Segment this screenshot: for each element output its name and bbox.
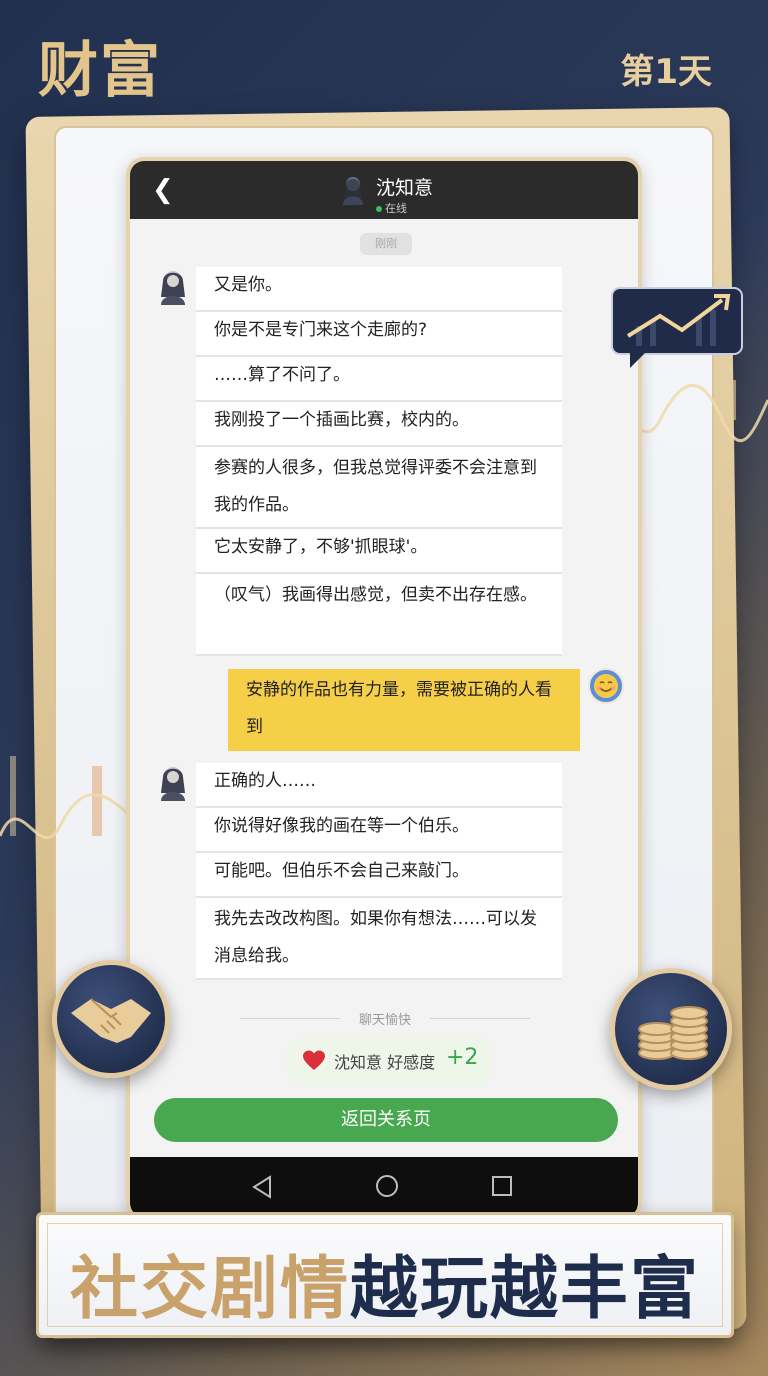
promo-banner: 社交剧情越玩越丰富 xyxy=(36,1212,734,1338)
chat-message: 你说得好像我的画在等一个伯乐。 xyxy=(196,808,562,853)
heart-icon xyxy=(303,1050,325,1070)
chat-message: 又是你。 xyxy=(196,267,562,312)
handshake-icon xyxy=(71,998,151,1043)
chat-message: 它太安静了，不够'抓眼球'。 xyxy=(196,529,562,574)
contact-name: 沈知意 xyxy=(376,177,434,199)
chat-message: 可能吧。但伯乐不会自己来敲门。 xyxy=(196,853,562,898)
coin-stack-icon xyxy=(638,1006,708,1060)
chat-end-divider: 聊天愉快 xyxy=(240,1009,530,1029)
chat-message: 你是不是专门来这个走廊的? xyxy=(196,312,562,357)
banner-headline-part2: 越玩越丰富 xyxy=(350,1250,701,1329)
wave-decoration-left xyxy=(0,756,130,840)
contact-avatar-small xyxy=(161,271,185,305)
nav-recent-apps-icon[interactable] xyxy=(490,1174,514,1198)
contact-avatar xyxy=(343,177,363,205)
favor-delta: +2 xyxy=(446,1045,479,1070)
my-message: 安静的作品也有力量，需要被正确的人看到 xyxy=(228,669,580,751)
back-arrow-icon[interactable]: ❮ xyxy=(152,175,180,205)
contact-avatar-small xyxy=(161,767,185,801)
favor-change-badge: 沈知意 好感度 +2 xyxy=(286,1037,492,1085)
my-avatar xyxy=(588,668,624,704)
chat-message: ……算了不问了。 xyxy=(196,357,562,402)
handshake-badge xyxy=(52,960,170,1078)
divider-line xyxy=(240,1018,340,1019)
divider-line xyxy=(430,1018,530,1019)
chat-header: ❮ 沈知意 在线 xyxy=(130,161,638,219)
nav-back-icon[interactable] xyxy=(250,1173,274,1201)
trend-chart-icon xyxy=(611,287,743,368)
app-title: 财富 xyxy=(38,36,162,106)
nav-home-icon[interactable] xyxy=(374,1173,400,1199)
chat-message: 正确的人…… xyxy=(196,763,562,808)
chat-message: 我先去改改构图。如果你有想法……可以发消息给我。 xyxy=(196,898,562,980)
phone-screen: ❮ 沈知意 在线 刚刚 又是你。 你是不是专门来这个走廊的? ……算了不问了。 … xyxy=(126,157,642,1221)
online-indicator xyxy=(376,206,382,212)
chat-message: （叹气）我画得出感觉，但卖不出存在感。 xyxy=(196,574,562,656)
chat-message: 参赛的人很多，但我总觉得评委不会注意到我的作品。 xyxy=(196,447,562,529)
banner-headline-part1: 社交剧情 xyxy=(69,1250,350,1329)
return-relationship-button[interactable]: 返回关系页 xyxy=(154,1098,618,1142)
chat-message: 我刚投了一个插画比赛，校内的。 xyxy=(196,402,562,447)
android-nav-bar xyxy=(130,1157,638,1217)
divider-label: 聊天愉快 xyxy=(358,1013,411,1028)
banner-headline: 社交剧情越玩越丰富 xyxy=(39,1233,731,1332)
time-badge: 刚刚 xyxy=(360,233,412,255)
smile-icon xyxy=(594,674,618,698)
coins-badge xyxy=(610,968,732,1090)
favor-label: 沈知意 好感度 xyxy=(334,1053,436,1072)
online-status: 在线 xyxy=(385,202,407,215)
day-label: 第1天 xyxy=(620,52,712,92)
